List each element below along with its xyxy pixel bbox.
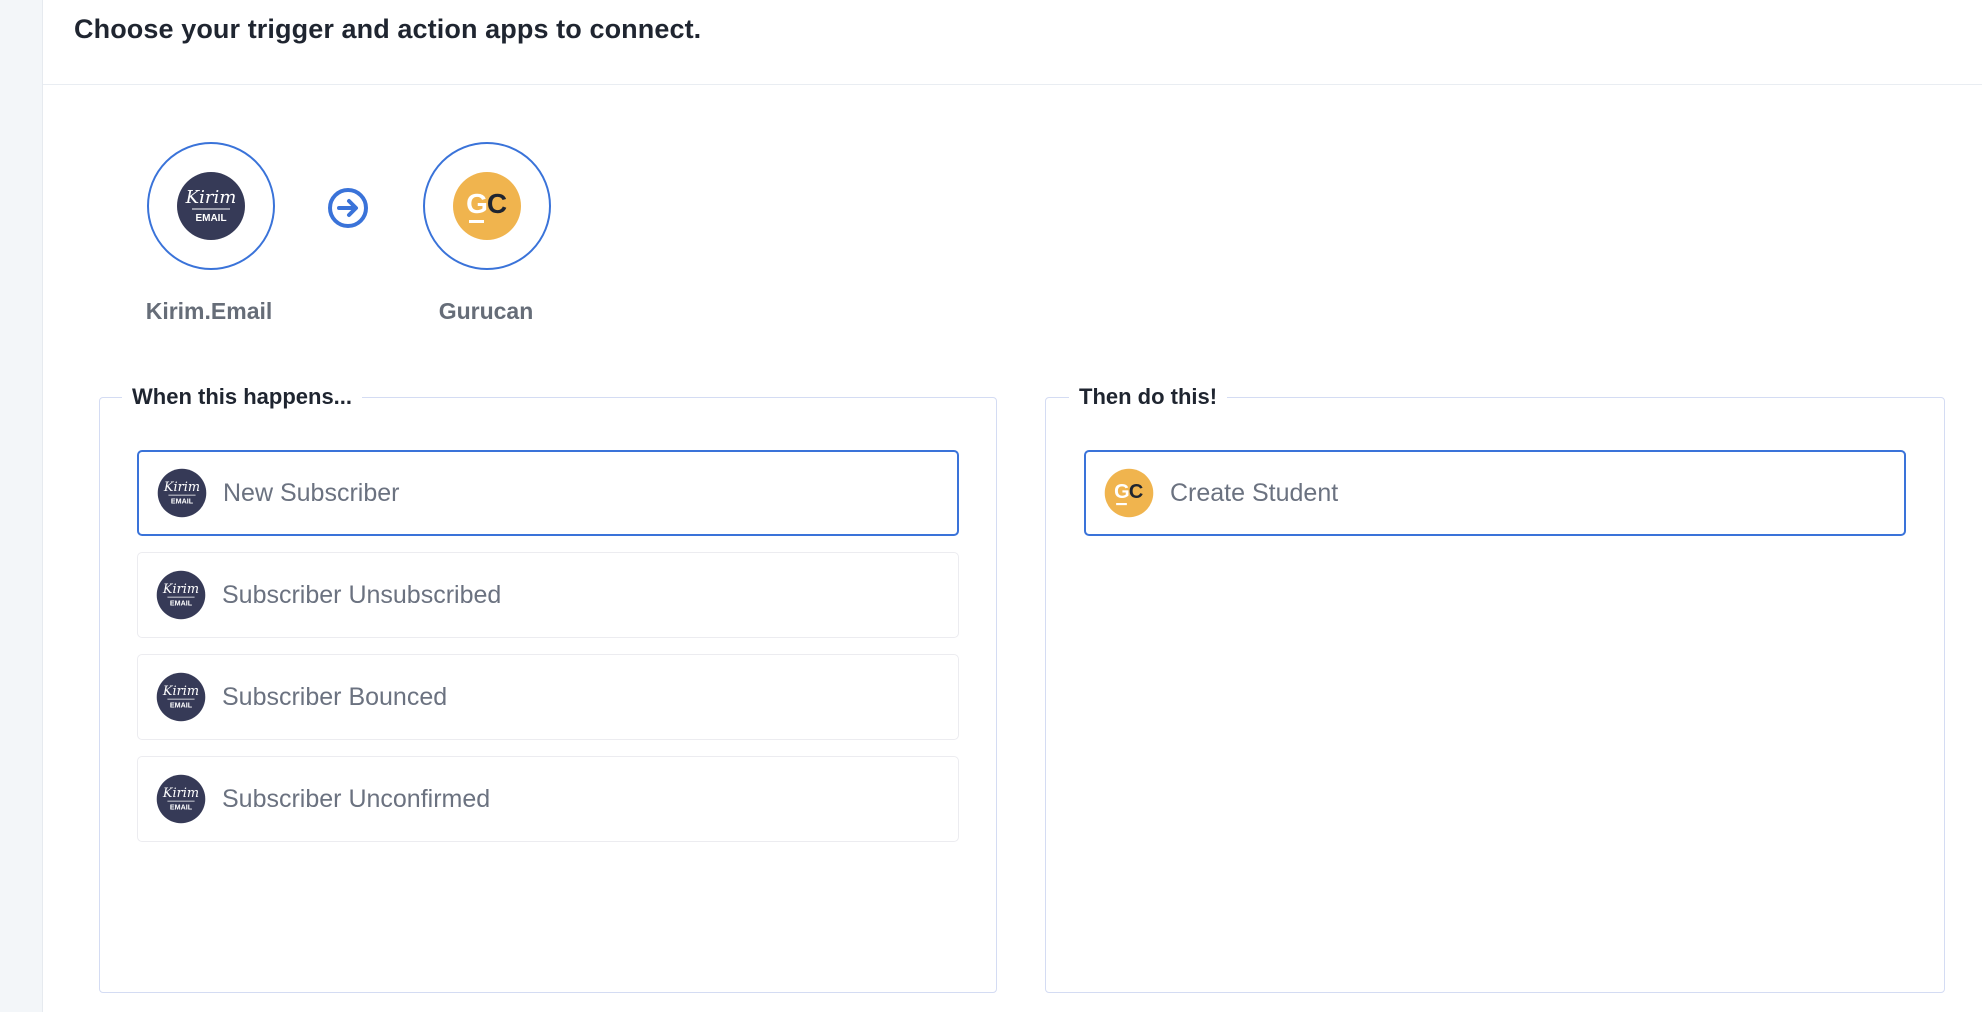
kirim-email-logo-icon: Kirim EMAIL	[177, 172, 245, 240]
svg-text:C: C	[1129, 481, 1143, 503]
option-label: Subscriber Unsubscribed	[222, 580, 502, 609]
trigger-option-subscriber-unconfirmed[interactable]: Kirim EMAIL Subscriber Unconfirmed	[137, 756, 959, 842]
trigger-panel-legend: When this happens...	[122, 382, 363, 412]
svg-text:EMAIL: EMAIL	[170, 804, 193, 812]
action-app-button[interactable]: G C	[423, 142, 551, 270]
gurucan-logo-icon: G C	[1104, 468, 1154, 518]
option-label: Subscriber Unconfirmed	[222, 784, 491, 813]
svg-text:EMAIL: EMAIL	[170, 600, 193, 608]
arrow-right-icon	[328, 188, 368, 228]
main-panel: Choose your trigger and action apps to c…	[42, 0, 1982, 1012]
svg-text:C: C	[487, 188, 507, 219]
svg-text:Kirim: Kirim	[185, 187, 237, 208]
kirim-email-logo-icon: Kirim EMAIL	[157, 468, 207, 518]
trigger-option-subscriber-unsubscribed[interactable]: Kirim EMAIL Subscriber Unsubscribed	[137, 552, 959, 638]
action-app-name: Gurucan	[438, 298, 534, 324]
page-title: Choose your trigger and action apps to c…	[74, 13, 702, 44]
svg-text:EMAIL: EMAIL	[195, 213, 226, 224]
kirim-email-logo-icon: Kirim EMAIL	[156, 672, 206, 722]
option-label: Subscriber Bounced	[222, 682, 448, 711]
svg-text:Kirim: Kirim	[162, 684, 199, 699]
action-option-create-student[interactable]: G C Create Student	[1084, 450, 1906, 536]
trigger-app-name: Kirim.Email	[145, 298, 273, 324]
option-label: New Subscriber	[223, 478, 400, 507]
svg-text:G: G	[466, 188, 488, 219]
gurucan-logo-icon: G C	[453, 172, 521, 240]
trigger-app-button[interactable]: Kirim EMAIL	[147, 142, 275, 270]
svg-text:Kirim: Kirim	[163, 480, 200, 495]
svg-text:Kirim: Kirim	[162, 786, 199, 801]
kirim-email-logo-icon: Kirim EMAIL	[156, 570, 206, 620]
option-label: Create Student	[1170, 478, 1339, 507]
trigger-option-subscriber-bounced[interactable]: Kirim EMAIL Subscriber Bounced	[137, 654, 959, 740]
svg-text:G: G	[1114, 481, 1130, 503]
svg-text:Kirim: Kirim	[162, 582, 199, 597]
svg-text:EMAIL: EMAIL	[171, 498, 194, 506]
trigger-panel: When this happens... Kirim EMAIL New Sub…	[99, 382, 997, 993]
kirim-email-logo-icon: Kirim EMAIL	[156, 774, 206, 824]
action-panel-legend: Then do this!	[1069, 382, 1228, 412]
trigger-option-new-subscriber[interactable]: Kirim EMAIL New Subscriber	[137, 450, 959, 536]
page-header: Choose your trigger and action apps to c…	[43, 0, 1982, 85]
svg-text:EMAIL: EMAIL	[170, 702, 193, 710]
action-panel: Then do this! G C Create Student	[1045, 382, 1945, 993]
